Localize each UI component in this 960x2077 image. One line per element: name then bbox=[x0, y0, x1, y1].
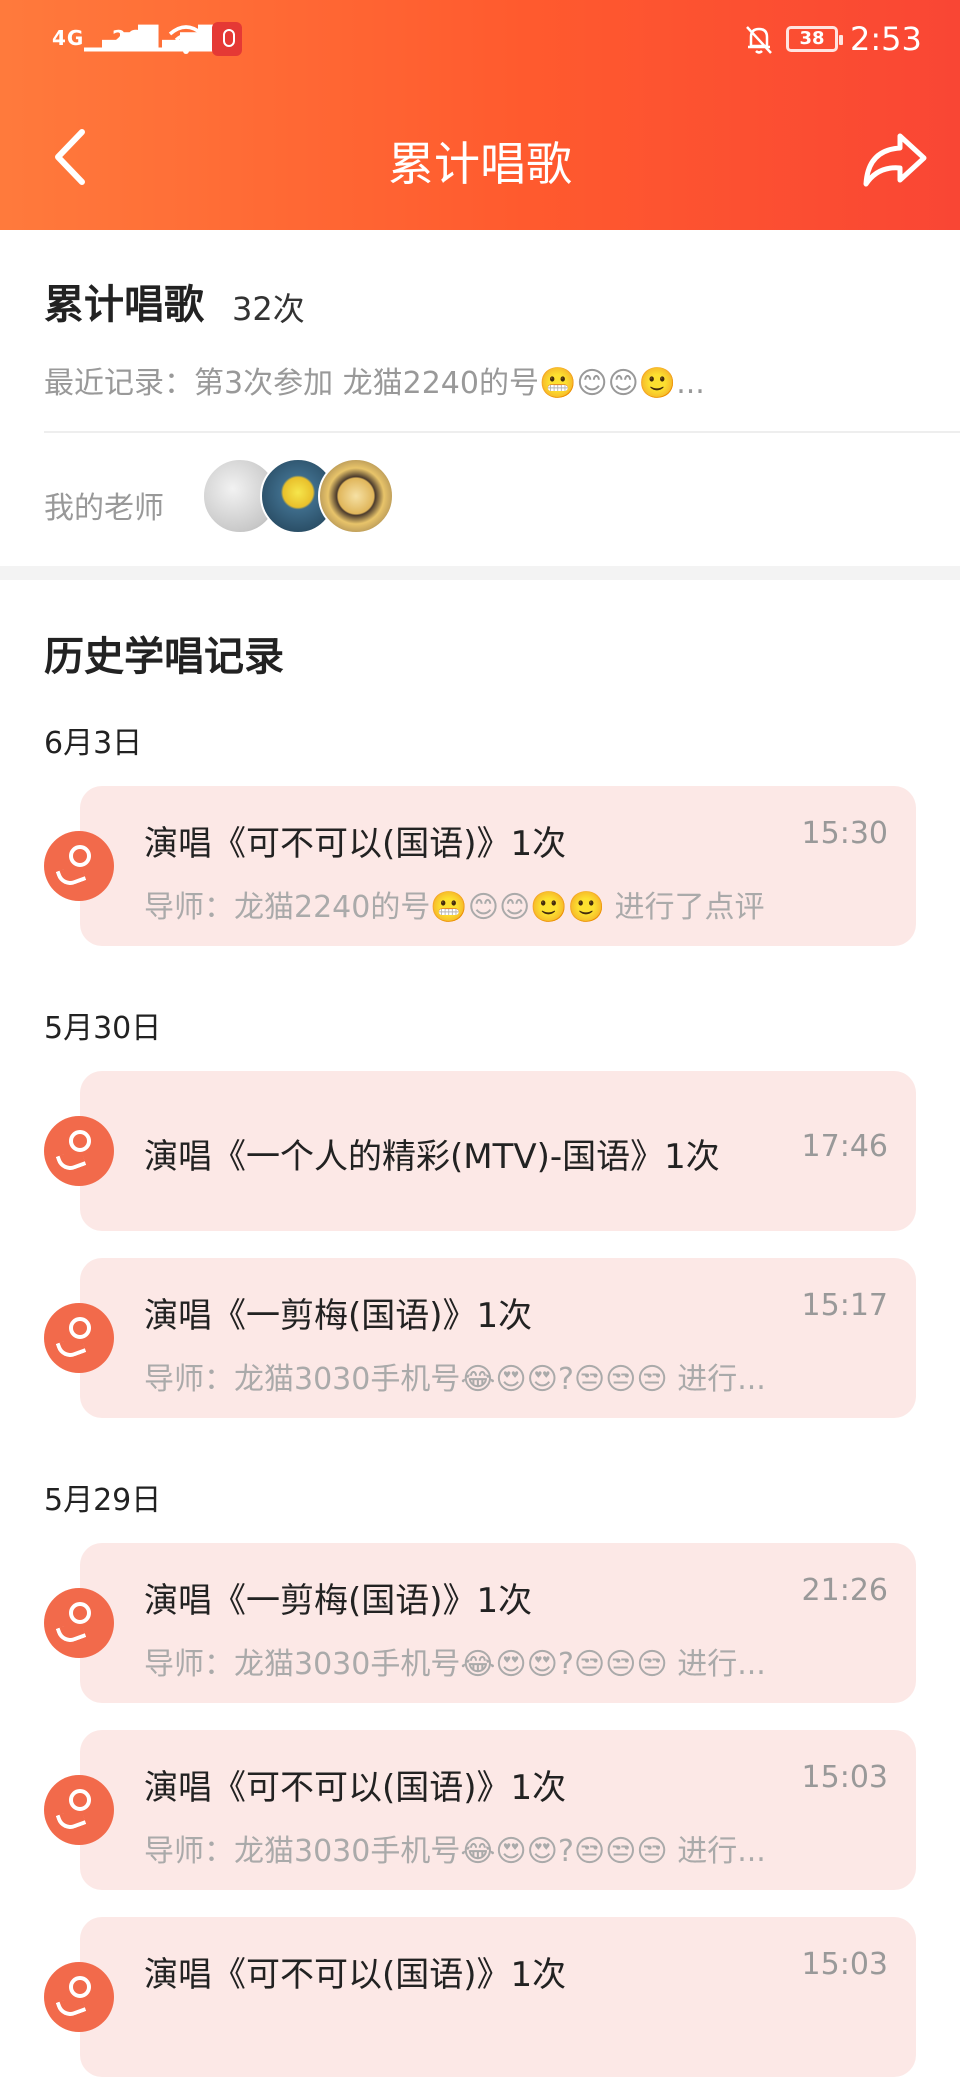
history-title: 历史学唱记录 bbox=[44, 634, 284, 680]
record-teacher: 导师：龙猫2240的号😬😊😊🙂🙂 进行了点评 bbox=[144, 890, 765, 925]
bell-muted-icon bbox=[746, 26, 772, 54]
date-header: 5月30日 bbox=[44, 1011, 162, 1046]
navigation-bar: 累计唱歌 bbox=[0, 80, 960, 230]
share-button[interactable] bbox=[860, 124, 930, 194]
summary-section: 累计唱歌 32次 最近记录：第3次参加 龙猫2240的号😬😊😊🙂... 我的老师 bbox=[0, 230, 960, 570]
record-card[interactable]: 演唱《一剪梅(国语)》1次 21:26 导师：龙猫3030手机号😂😍😍?😒😒😒 … bbox=[80, 1543, 916, 1703]
record-time: 15:17 bbox=[801, 1288, 888, 1323]
app-header: 4G▁▃▅▇ 2G▁▃▅▇ 38 2:53 累计唱歌 bbox=[0, 0, 960, 230]
record-song: 演唱《一剪梅(国语)》1次 bbox=[144, 1296, 533, 1336]
record-time: 17:46 bbox=[801, 1129, 888, 1164]
record-song: 演唱《一剪梅(国语)》1次 bbox=[144, 1581, 533, 1621]
record-card[interactable]: 演唱《一个人的精彩(MTV)-国语》1次 17:46 bbox=[80, 1071, 916, 1231]
record-card[interactable]: 演唱《可不可以(国语)》1次 15:03 bbox=[80, 1917, 916, 2077]
record-time: 15:03 bbox=[801, 1947, 888, 1982]
page-title: 累计唱歌 bbox=[388, 137, 572, 191]
microphone-icon bbox=[44, 831, 114, 901]
microphone-icon bbox=[44, 1303, 114, 1373]
record-card[interactable]: 演唱《可不可以(国语)》1次 15:30 导师：龙猫2240的号😬😊😊🙂🙂 进行… bbox=[80, 786, 916, 946]
record-time: 15:03 bbox=[801, 1760, 888, 1795]
recent-record[interactable]: 最近记录：第3次参加 龙猫2240的号😬😊😊🙂... bbox=[44, 358, 705, 402]
record-card[interactable]: 演唱《一剪梅(国语)》1次 15:17 导师：龙猫3030手机号😂😍😍?😒😒😒 … bbox=[80, 1258, 916, 1418]
record-time: 15:30 bbox=[801, 816, 888, 851]
status-clock: 2:53 bbox=[850, 20, 922, 58]
record-song: 演唱《可不可以(国语)》1次 bbox=[144, 824, 567, 864]
record-teacher: 导师：龙猫3030手机号😂😍😍?😒😒😒 进行... bbox=[144, 1362, 766, 1397]
wifi-icon bbox=[168, 25, 204, 54]
microphone-recording-icon bbox=[212, 22, 242, 56]
section-gap bbox=[0, 566, 960, 580]
date-header: 5月29日 bbox=[44, 1483, 162, 1518]
microphone-icon bbox=[44, 1116, 114, 1186]
teacher-avatars[interactable] bbox=[202, 458, 402, 538]
record-teacher: 导师：龙猫3030手机号😂😍😍?😒😒😒 进行... bbox=[144, 1834, 766, 1869]
date-header: 6月3日 bbox=[44, 726, 143, 761]
divider bbox=[44, 431, 960, 433]
microphone-icon bbox=[44, 1775, 114, 1845]
record-song: 演唱《一个人的精彩(MTV)-国语》1次 bbox=[144, 1137, 720, 1177]
microphone-icon bbox=[44, 1962, 114, 2032]
record-song: 演唱《可不可以(国语)》1次 bbox=[144, 1768, 567, 1808]
battery-indicator: 38 bbox=[786, 26, 843, 52]
record-song: 演唱《可不可以(国语)》1次 bbox=[144, 1955, 567, 1995]
summary-title: 累计唱歌 bbox=[44, 282, 204, 328]
status-bar: 4G▁▃▅▇ 2G▁▃▅▇ 38 2:53 bbox=[0, 0, 960, 80]
my-teachers-label: 我的老师 bbox=[44, 491, 164, 526]
record-time: 21:26 bbox=[801, 1573, 888, 1608]
record-teacher: 导师：龙猫3030手机号😂😍😍?😒😒😒 进行... bbox=[144, 1647, 766, 1682]
microphone-icon bbox=[44, 1588, 114, 1658]
record-card[interactable]: 演唱《可不可以(国语)》1次 15:03 导师：龙猫3030手机号😂😍😍?😒😒😒… bbox=[80, 1730, 916, 1890]
summary-count: 32次 bbox=[232, 290, 305, 328]
teacher-avatar[interactable] bbox=[318, 458, 394, 534]
